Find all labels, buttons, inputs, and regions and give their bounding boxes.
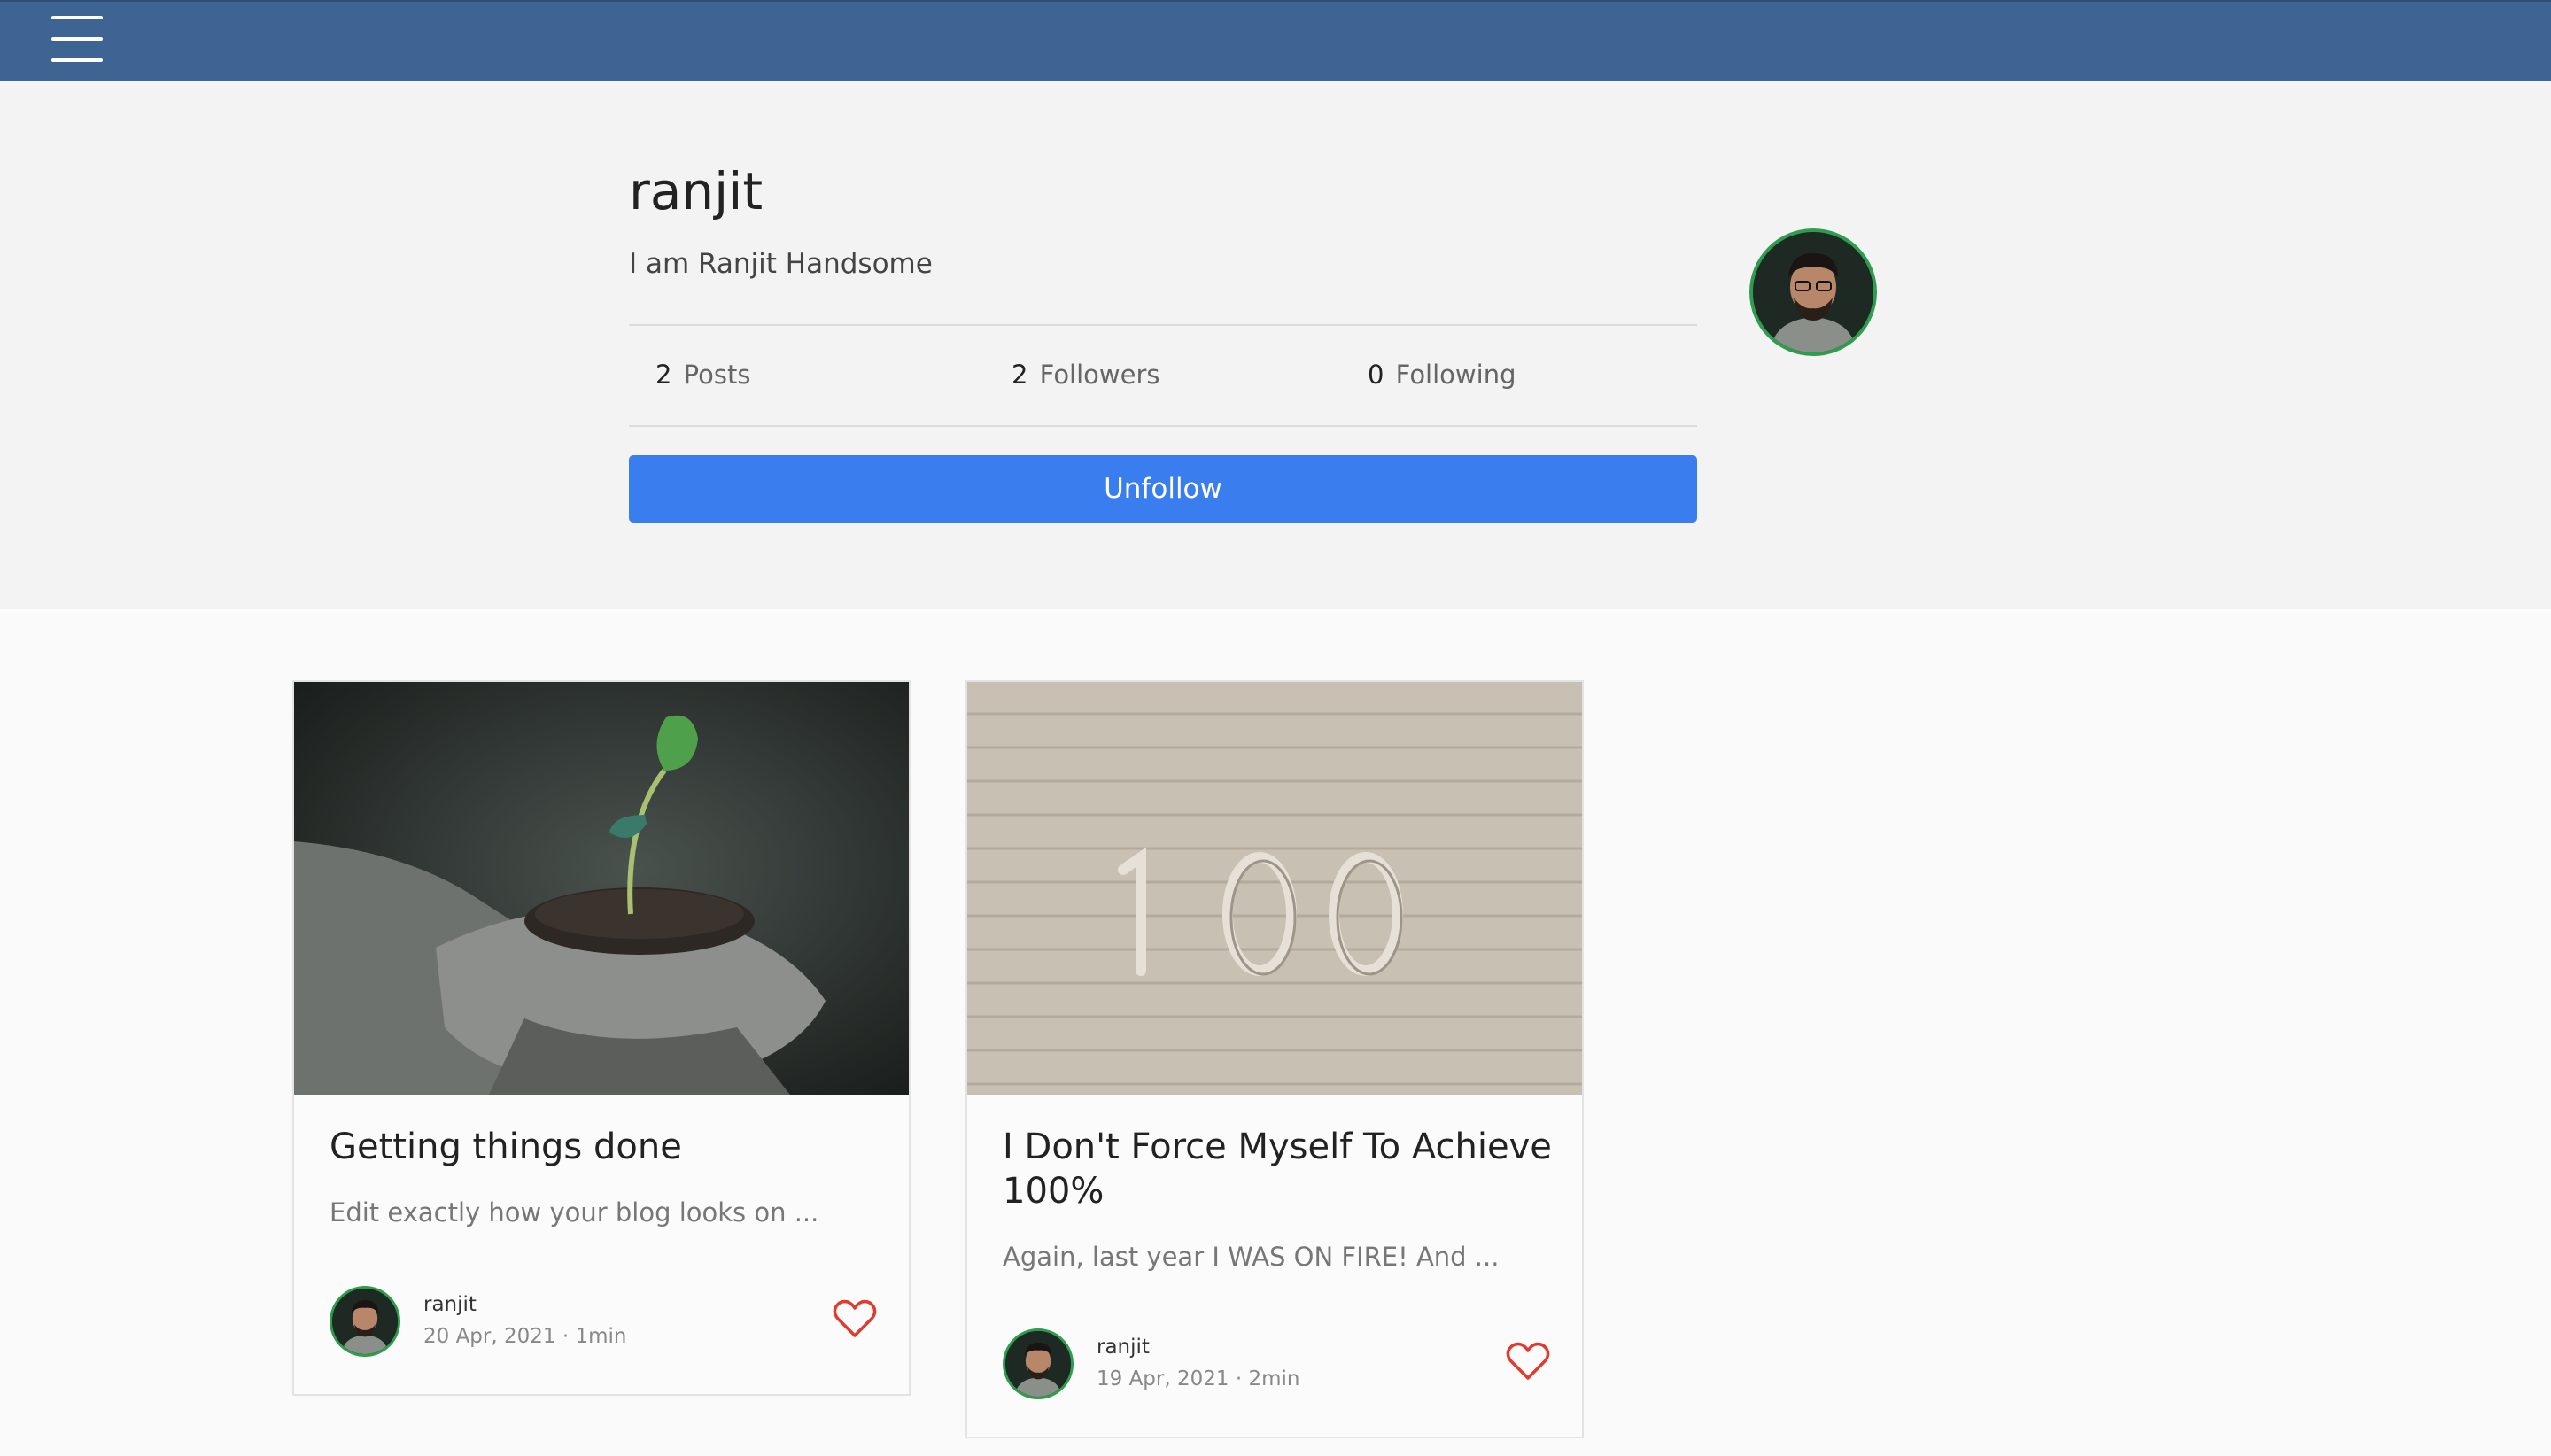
author-avatar[interactable] (330, 1286, 400, 1357)
profile-bio: I am Ranjit Handsome (629, 248, 933, 280)
post-image (294, 682, 909, 1095)
post-author-row: ranjit 20 Apr, 2021 · 1min (330, 1286, 877, 1359)
unfollow-button[interactable]: Unfollow (629, 455, 1697, 523)
menu-line (51, 37, 103, 41)
post-meta: 19 Apr, 2021 · 2min (1097, 1367, 1300, 1390)
profile-name: ranjit (629, 161, 764, 221)
number-100-on-brick-wall-photo[interactable] (967, 682, 1582, 1095)
author-name[interactable]: ranjit (1097, 1336, 1150, 1359)
stat-label: Following (1395, 360, 1516, 390)
post-meta: 20 Apr, 2021 · 1min (423, 1325, 627, 1348)
person-avatar-icon (1753, 232, 1873, 352)
seedling-in-hands-photo[interactable] (294, 682, 909, 1095)
post-excerpt: Edit exactly how your blog looks on ... (330, 1197, 819, 1228)
stat-followers[interactable]: 2 Followers (1012, 360, 1160, 390)
post-card[interactable]: Getting things done Edit exactly how you… (292, 680, 911, 1396)
hamburger-menu-icon[interactable] (51, 16, 103, 62)
stat-count: 2 (1012, 360, 1028, 390)
profile-stats: 2 Posts 2 Followers 0 Following (629, 324, 1697, 427)
post-title[interactable]: Getting things done (330, 1125, 879, 1169)
post-card[interactable]: I Don't Force Myself To Achieve 100% Aga… (965, 680, 1584, 1438)
stat-count: 2 (655, 360, 672, 390)
stat-posts[interactable]: 2 Posts (655, 360, 750, 390)
top-nav-bar (0, 0, 2551, 81)
post-author-row: ranjit 19 Apr, 2021 · 2min (1003, 1328, 1550, 1401)
person-avatar-icon (332, 1289, 398, 1354)
stat-following[interactable]: 0 Following (1368, 360, 1516, 390)
author-name[interactable]: ranjit (423, 1293, 477, 1316)
menu-line (51, 16, 103, 19)
post-excerpt: Again, last year I WAS ON FIRE! And ... (1003, 1242, 1500, 1272)
person-avatar-icon (1005, 1331, 1071, 1397)
stat-count: 0 (1368, 360, 1384, 390)
heart-outline-icon[interactable] (1506, 1341, 1550, 1382)
stat-label: Posts (683, 360, 751, 390)
author-avatar[interactable] (1003, 1328, 1074, 1399)
menu-line (51, 58, 103, 62)
heart-outline-icon[interactable] (833, 1298, 877, 1339)
post-image (967, 682, 1582, 1095)
post-title[interactable]: I Don't Force Myself To Achieve 100% (1003, 1125, 1552, 1213)
stat-label: Followers (1039, 360, 1160, 390)
profile-avatar (1749, 228, 1877, 356)
